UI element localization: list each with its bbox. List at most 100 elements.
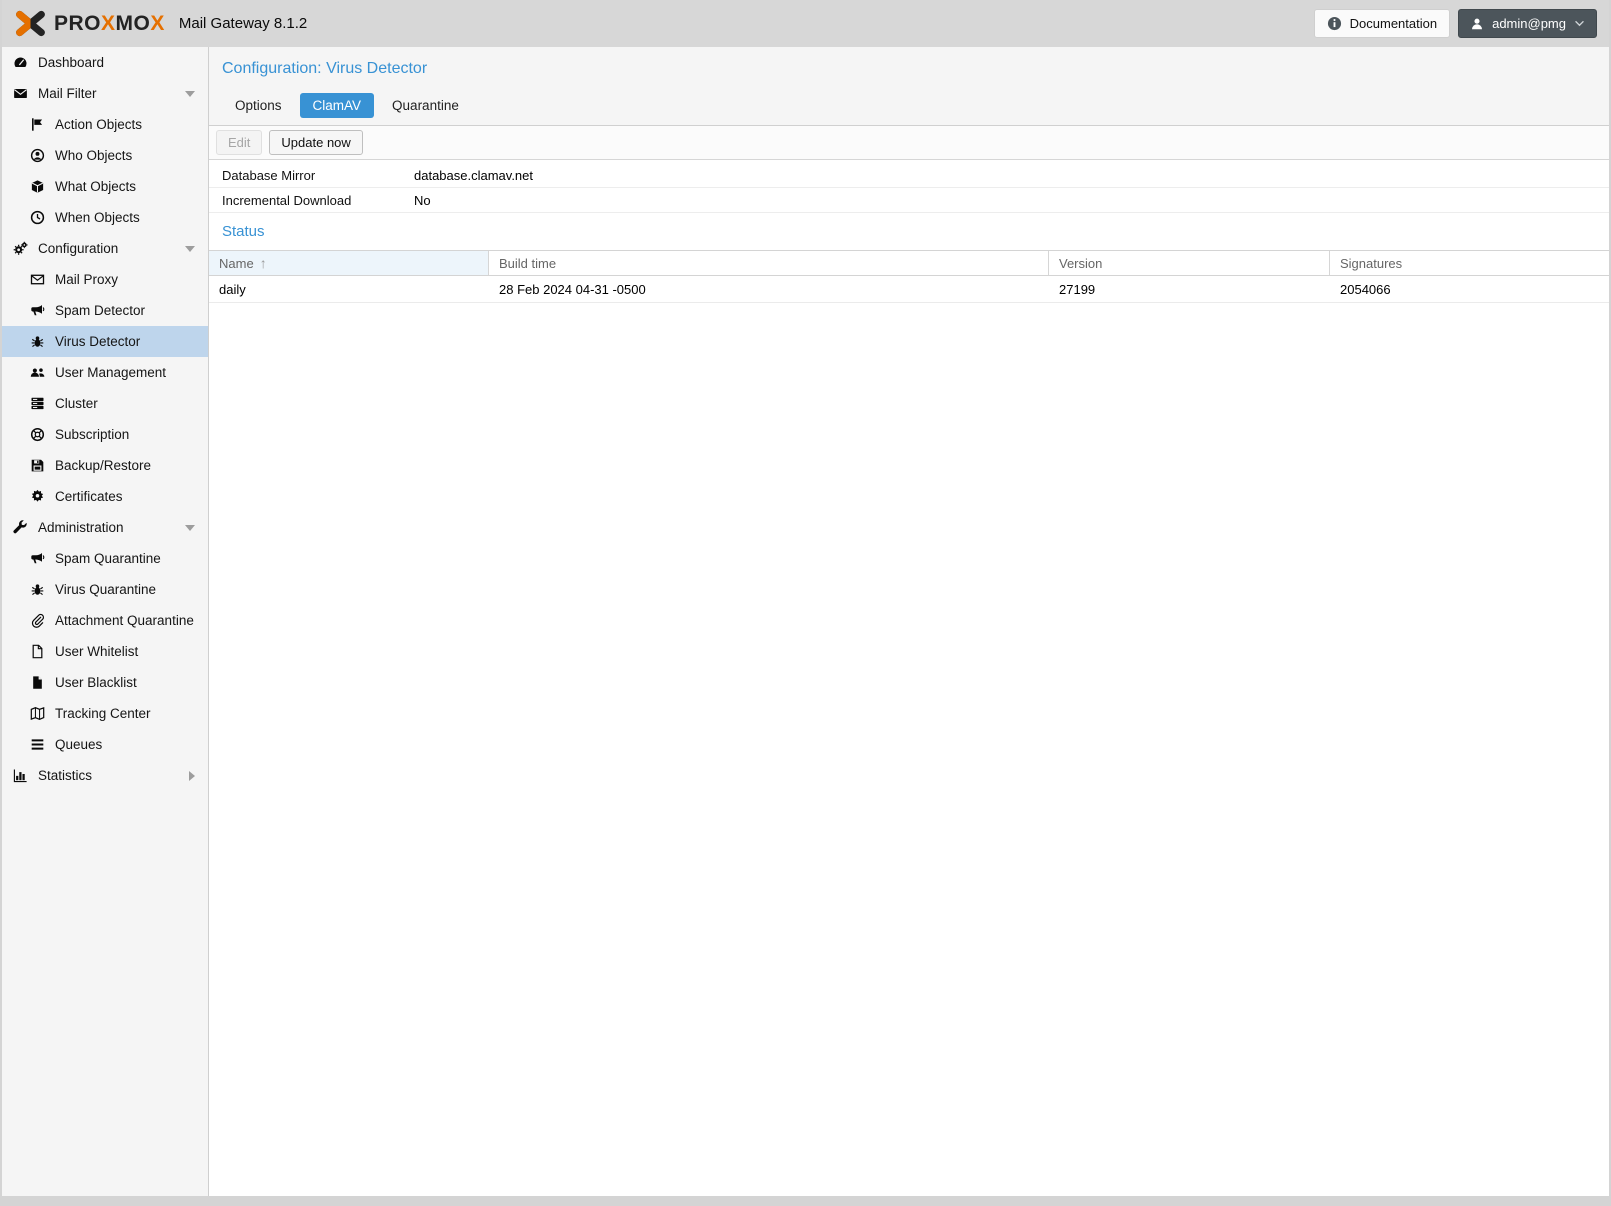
sidebar-item-attachment-quarantine[interactable]: Attachment Quarantine xyxy=(2,605,208,636)
user-menu-button[interactable]: admin@pmg xyxy=(1458,9,1597,38)
bug-icon xyxy=(29,334,46,350)
sidebar-item-label: Certificates xyxy=(55,489,123,504)
sidebar-item-label: Backup/Restore xyxy=(55,458,152,473)
sidebar-item-what-objects[interactable]: What Objects xyxy=(2,171,208,202)
server-icon xyxy=(29,396,46,412)
proxmox-logo: PROXMOX xyxy=(14,10,165,37)
caret-down-icon xyxy=(185,90,195,97)
sidebar-item-label: Mail Proxy xyxy=(55,272,119,287)
sort-asc-icon: ↑ xyxy=(259,255,267,271)
tab-bar: Options ClamAV Quarantine xyxy=(222,93,1596,125)
sidebar-item-tracking-center[interactable]: Tracking Center xyxy=(2,698,208,729)
app-window: PROXMOX Mail Gateway 8.1.2 Documentation… xyxy=(0,0,1611,1206)
property-grid: Database Mirror database.clamav.net Increm… xyxy=(209,160,1609,213)
sidebar-item-action-objects[interactable]: Action Objects xyxy=(2,109,208,140)
sidebar-item-administration[interactable]: Administration xyxy=(2,512,208,543)
info-circle-icon xyxy=(1327,16,1342,31)
edit-button[interactable]: Edit xyxy=(216,130,263,155)
column-header-label: Name xyxy=(219,255,254,271)
sidebar-item-label: Virus Detector xyxy=(55,334,141,349)
column-header-label: Build time xyxy=(499,255,557,271)
sidebar-item-label: User Management xyxy=(55,365,167,380)
sidebar-item-who-objects[interactable]: Who Objects xyxy=(2,140,208,171)
envelope-open-icon xyxy=(29,272,46,288)
property-row-database-mirror[interactable]: Database Mirror database.clamav.net xyxy=(209,163,1609,188)
column-header-build-time[interactable]: Build time xyxy=(489,251,1049,275)
header-actions: Documentation admin@pmg xyxy=(1313,9,1597,38)
property-row-incremental-download[interactable]: Incremental Download No xyxy=(209,188,1609,213)
sidebar: Dashboard Mail Filter Action Objects Who Ob… xyxy=(2,47,209,1196)
property-value: database.clamav.net xyxy=(414,167,533,183)
sidebar-item-label: Statistics xyxy=(38,768,93,783)
sidebar-item-label: Who Objects xyxy=(55,148,133,163)
user-label: admin@pmg xyxy=(1492,16,1566,31)
sidebar-item-user-blacklist[interactable]: User Blacklist xyxy=(2,667,208,698)
sidebar-item-label: What Objects xyxy=(55,179,137,194)
table-cell-name: daily xyxy=(219,281,246,297)
sidebar-item-user-management[interactable]: User Management xyxy=(2,357,208,388)
tab-options[interactable]: Options xyxy=(222,93,295,118)
file-solid-icon xyxy=(29,675,46,691)
sidebar-item-subscription[interactable]: Subscription xyxy=(2,419,208,450)
tab-quarantine[interactable]: Quarantine xyxy=(379,93,472,118)
sidebar-item-mail-filter[interactable]: Mail Filter xyxy=(2,78,208,109)
column-header-label: Signatures xyxy=(1340,255,1403,271)
logo-segment: X xyxy=(150,11,165,35)
column-header-label: Version xyxy=(1059,255,1103,271)
table-header-row: Name ↑ Build time Version Signatures xyxy=(209,250,1609,276)
logo-segment: MO xyxy=(115,11,151,35)
app-header: PROXMOX Mail Gateway 8.1.2 Documentation… xyxy=(2,0,1609,47)
map-icon xyxy=(29,706,46,722)
sidebar-item-label: Subscription xyxy=(55,427,130,442)
app-title: Mail Gateway 8.1.2 xyxy=(178,15,308,32)
content-panel: Configuration: Virus Detector Options Cla… xyxy=(209,47,1609,1196)
documentation-button[interactable]: Documentation xyxy=(1313,9,1451,38)
sidebar-item-virus-quarantine[interactable]: Virus Quarantine xyxy=(2,574,208,605)
main-row: Dashboard Mail Filter Action Objects Who Ob… xyxy=(2,47,1609,1196)
column-header-name[interactable]: Name ↑ xyxy=(209,251,489,275)
sidebar-item-certificates[interactable]: Certificates xyxy=(2,481,208,512)
bug-icon xyxy=(29,582,46,598)
sidebar-item-mail-proxy[interactable]: Mail Proxy xyxy=(2,264,208,295)
users-icon xyxy=(29,365,46,381)
content-header: Configuration: Virus Detector Options Cla… xyxy=(209,47,1609,126)
table-body: daily 28 Feb 2024 04-31 -0500 27199 2054066 xyxy=(209,276,1609,303)
mail-icon xyxy=(12,86,29,102)
sidebar-item-label: Action Objects xyxy=(55,117,143,132)
sidebar-item-spam-detector[interactable]: Spam Detector xyxy=(2,295,208,326)
update-now-button[interactable]: Update now xyxy=(269,130,363,155)
status-heading: Status xyxy=(222,223,265,240)
user-circle-icon xyxy=(29,148,46,164)
sidebar-item-user-whitelist[interactable]: User Whitelist xyxy=(2,636,208,667)
sidebar-item-label: Virus Quarantine xyxy=(55,582,157,597)
sidebar-item-dashboard[interactable]: Dashboard xyxy=(2,47,208,78)
sidebar-item-label: Configuration xyxy=(38,241,119,256)
sidebar-item-label: Attachment Quarantine xyxy=(55,613,194,628)
sidebar-item-label: User Whitelist xyxy=(55,644,139,659)
column-header-signatures[interactable]: Signatures xyxy=(1330,251,1609,275)
chevron-down-icon xyxy=(1574,20,1585,27)
table-cell-signatures: 2054066 xyxy=(1340,281,1391,297)
bullhorn-icon xyxy=(29,303,46,319)
sidebar-item-statistics[interactable]: Statistics xyxy=(2,760,208,791)
tab-clamav[interactable]: ClamAV xyxy=(299,93,375,118)
sidebar-item-spam-quarantine[interactable]: Spam Quarantine xyxy=(2,543,208,574)
sidebar-item-label: Spam Quarantine xyxy=(55,551,161,566)
sidebar-item-label: Dashboard xyxy=(38,55,105,70)
sidebar-item-queues[interactable]: Queues xyxy=(2,729,208,760)
sidebar-item-cluster[interactable]: Cluster xyxy=(2,388,208,419)
sidebar-item-label: Queues xyxy=(55,737,103,752)
bars-icon xyxy=(29,737,46,753)
sidebar-item-label: When Objects xyxy=(55,210,140,225)
sidebar-item-when-objects[interactable]: When Objects xyxy=(2,202,208,233)
sidebar-item-backup-restore[interactable]: Backup/Restore xyxy=(2,450,208,481)
sidebar-item-configuration[interactable]: Configuration xyxy=(2,233,208,264)
column-header-version[interactable]: Version xyxy=(1049,251,1330,275)
sidebar-item-virus-detector[interactable]: Virus Detector xyxy=(2,326,208,357)
caret-down-icon xyxy=(185,524,195,531)
documentation-label: Documentation xyxy=(1349,16,1438,31)
flag-icon xyxy=(29,117,46,133)
table-row[interactable]: daily 28 Feb 2024 04-31 -0500 27199 2054066 xyxy=(209,276,1609,303)
proxmox-logo-text: PROXMOX xyxy=(54,12,165,36)
toolbar: Edit Update now xyxy=(209,126,1609,160)
